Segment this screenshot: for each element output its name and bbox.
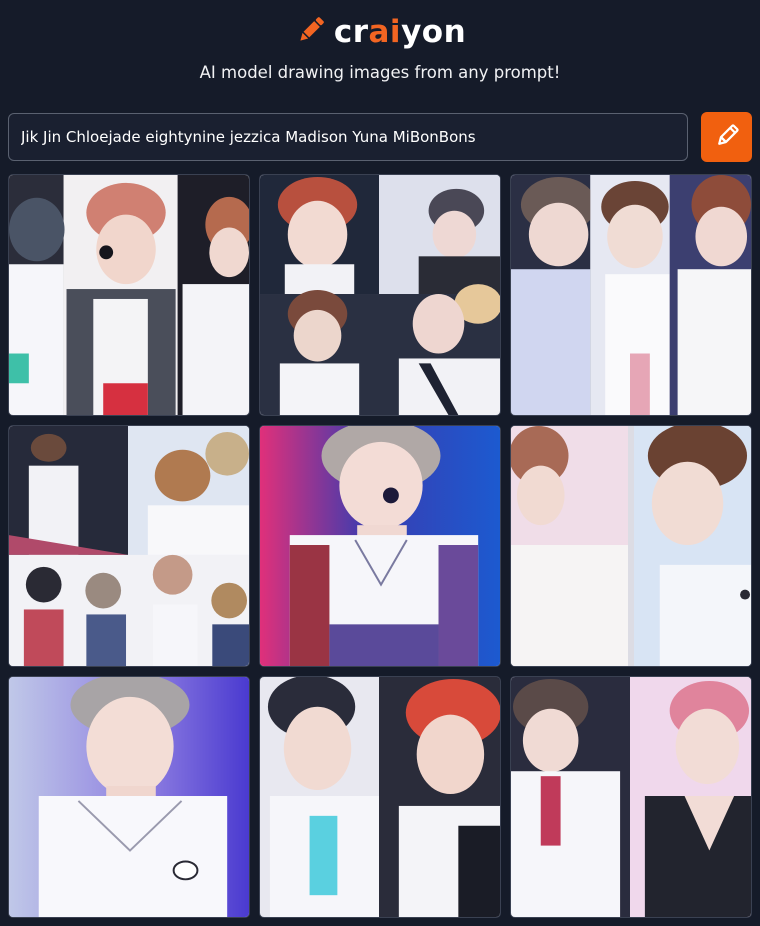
result-image-9[interactable]	[510, 676, 752, 918]
result-image-4[interactable]	[8, 425, 250, 667]
logo-wordmark: craiyon	[333, 14, 467, 50]
result-image-3[interactable]	[510, 174, 752, 416]
draw-button[interactable]	[701, 112, 752, 162]
result-image-6[interactable]	[510, 425, 752, 667]
craiyon-logo[interactable]: craiyon	[0, 10, 760, 54]
result-image-7[interactable]	[8, 676, 250, 918]
result-image-2[interactable]	[259, 174, 501, 416]
tagline: AI model drawing images from any prompt!	[199, 63, 561, 82]
results-grid	[8, 174, 752, 918]
result-image-5[interactable]	[259, 425, 501, 667]
pencil-icon	[294, 13, 328, 52]
pencil-icon	[713, 122, 741, 153]
craiyon-page: craiyon AI model drawing images from any…	[0, 0, 760, 926]
result-image-1[interactable]	[8, 174, 250, 416]
result-image-8[interactable]	[259, 676, 501, 918]
prompt-input[interactable]	[8, 113, 688, 161]
